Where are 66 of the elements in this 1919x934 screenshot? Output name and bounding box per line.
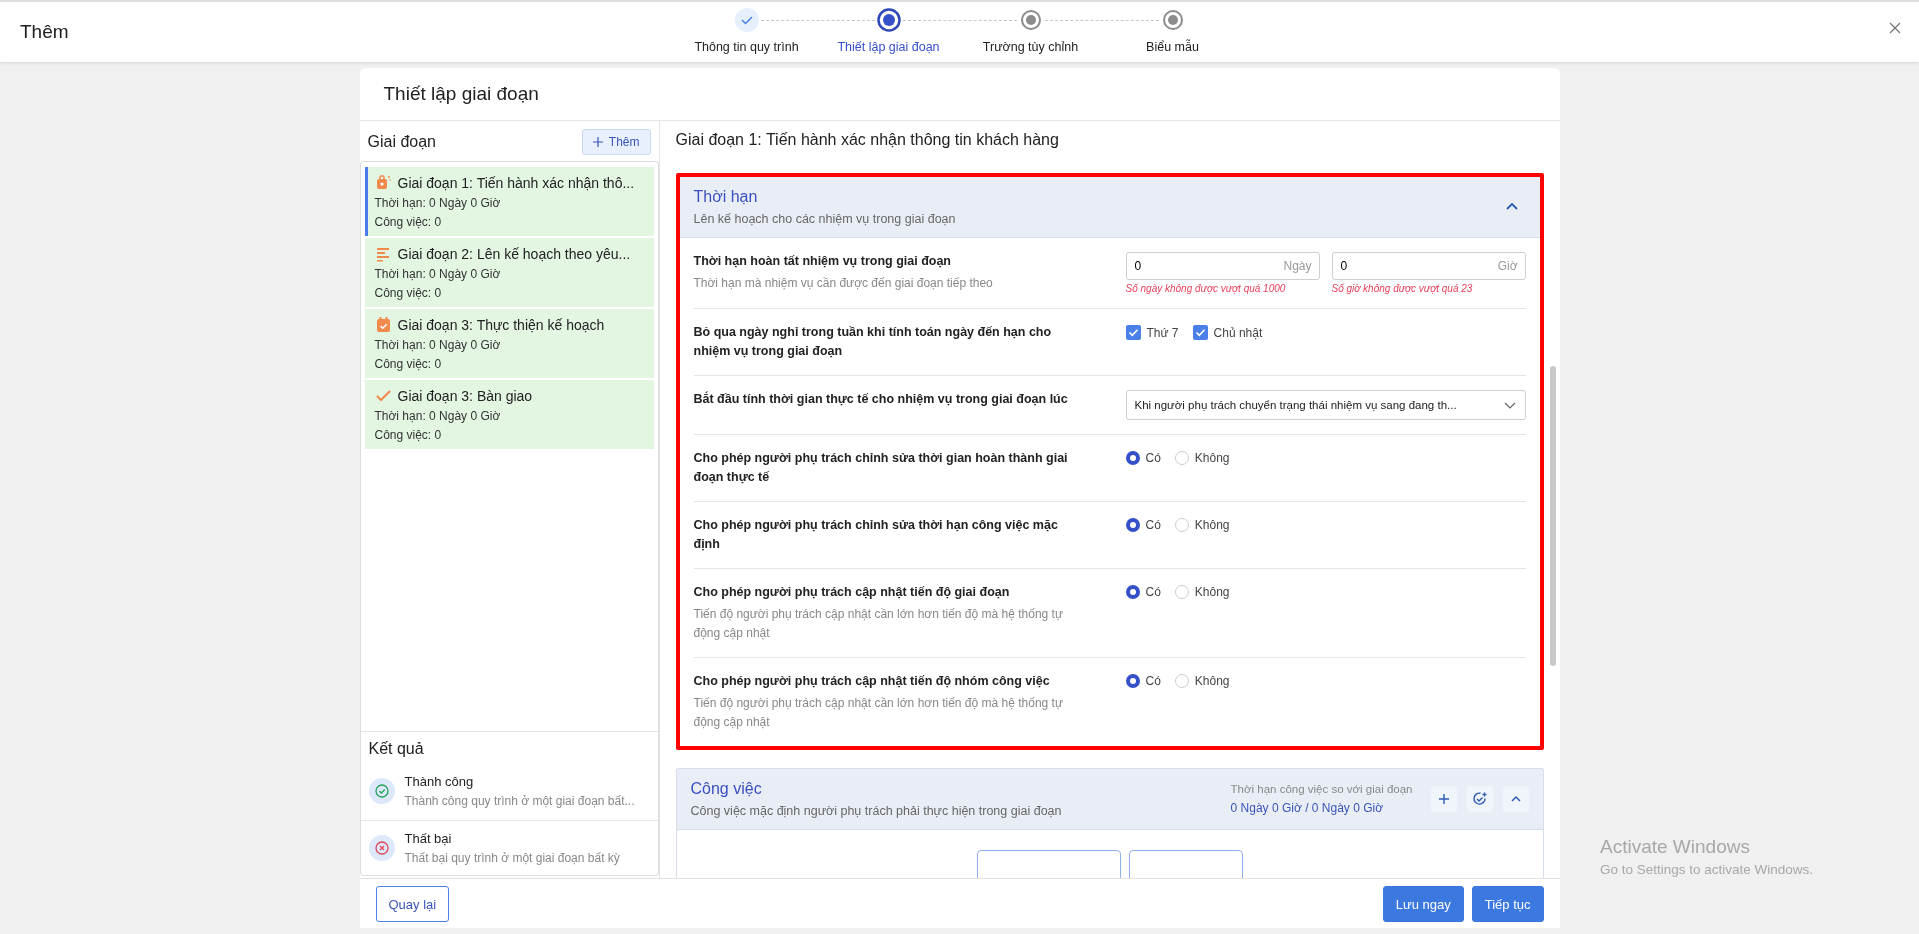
activation-notice-title: Activate Windows: [1600, 836, 1751, 858]
setting-label: Cho phép người phụ trách chỉnh sửa thời gian hoàn thành giai đoạn thực tế: [693, 450, 1069, 486]
save-button[interactable]: Lưu ngay: [1382, 886, 1464, 922]
stage-title: Giai đoạn 1: Tiến hành xác nhận thô...: [397, 174, 635, 191]
result-description: Thành công quy trình ở một giai đoạn bất...: [404, 794, 635, 808]
setting-label: Bắt đầu tính thời gian thực tế cho nhiệm vụ trong giai đoạn lúc: [693, 390, 1069, 408]
deadline-value: 0 Ngày 0 Giờ / 0 Ngày 0 Giờ: [1230, 801, 1384, 815]
step-label[interactable]: Thiết lập giai đoạn: [837, 40, 940, 54]
stage-item[interactable]: Giai đoạn 2: Lên kế hoạch theo yêu... Thời hạn: 0 Ngày 0 Giờ Công việc: 0: [364, 238, 654, 307]
section-title: Thời hạn: [693, 188, 759, 206]
step-label[interactable]: Trường tùy chỉnh: [982, 40, 1079, 54]
setting-hint: Tiến độ người phụ trách cập nhật cần lớn hơn tiến độ mà hệ thống tự động cập nhật: [693, 606, 1064, 642]
radio-label[interactable]: Có: [1145, 518, 1161, 532]
setting-label: Cho phép người phụ trách cập nhật tiến độ giai đoạn: [693, 584, 1011, 601]
panel-title: Giai đoạn: [367, 133, 436, 151]
setting-label: Cho phép người phụ trách cập nhật tiến độ nhóm công việc: [693, 673, 1051, 690]
stage-duration: Thời hạn: 0 Ngày 0 Giờ: [374, 338, 502, 352]
result-title: Thất bại: [404, 831, 453, 846]
stage-task-count: Công việc: 0: [374, 215, 443, 229]
stage-task-count: Công việc: 0: [374, 357, 443, 371]
section-subtitle: Công việc mặc định người phụ trách phải thực hiện trong giai đoạn: [690, 804, 1063, 818]
step-label[interactable]: Thông tin quy trình: [694, 40, 799, 54]
setting-hint: Thời hạn mà nhiệm vụ cần được đến giai đoạn tiếp theo: [693, 275, 994, 292]
checkbox-label[interactable]: Thứ 7: [1146, 325, 1179, 340]
radio-label[interactable]: Có: [1145, 585, 1161, 599]
step-label[interactable]: Biểu mẫu: [1146, 40, 1199, 54]
stage-task-count: Công việc: 0: [374, 428, 443, 442]
activation-notice-text: Go to Settings to activate Windows.: [1600, 862, 1814, 877]
radio-label[interactable]: Có: [1145, 451, 1161, 465]
radio-label[interactable]: Có: [1145, 674, 1161, 688]
stage-item[interactable]: Giai đoạn 3: Thực thiện kế hoạch Thời hạn: 0 Ngày 0 Giờ Công việc: 0: [364, 309, 654, 378]
stage-title: Giai đoạn 2: Lên kế hoạch theo yêu...: [397, 245, 631, 262]
stage-duration: Thời hạn: 0 Ngày 0 Giờ: [374, 267, 502, 281]
stage-duration: Thời hạn: 0 Ngày 0 Giờ: [374, 409, 502, 423]
results-title: Kết quả: [368, 740, 425, 758]
radio-label[interactable]: Không: [1194, 674, 1230, 688]
radio-label[interactable]: Không: [1194, 518, 1230, 532]
section-subtitle: Lên kế hoạch cho các nhiệm vụ trong giai đoạn: [693, 212, 957, 226]
setting-label: Thời hạn hoàn tất nhiệm vụ trong giai đoạn: [693, 253, 952, 270]
radio-label[interactable]: Không: [1194, 451, 1230, 465]
unit-label: Giờ: [1497, 259, 1518, 273]
page-title: Thiết lập giai đoạn: [383, 83, 539, 105]
add-stage-button[interactable]: Thêm: [581, 129, 651, 155]
deadline-label: Thời hạn công việc so với giai đoạn: [1230, 783, 1413, 795]
radio-label[interactable]: Không: [1194, 585, 1230, 599]
back-button[interactable]: Quay lại: [375, 886, 450, 922]
validation-error: Số giờ không được vượt quá 23: [1331, 283, 1474, 294]
stage-title: Giai đoạn 3: Thực thiện kế hoạch: [397, 316, 605, 333]
stage-item[interactable]: Giai đoạn 1: Tiến hành xác nhận thô... Thời hạn: 0 Ngày 0 Giờ Công việc: 0: [364, 167, 654, 236]
result-description: Thất bại quy trình ở một giai đoạn bất kỳ: [404, 851, 620, 865]
dropdown-select[interactable]: Khi người phụ trách chuyển trạng thái nhiệm vụ sang đang th...: [1125, 390, 1526, 420]
result-title: Thành công: [404, 774, 475, 789]
stage-task-count: Công việc: 0: [374, 286, 443, 300]
stage-item[interactable]: Giai đoạn 3: Bàn giao Thời hạn: 0 Ngày 0 Giờ Công việc: 0: [364, 380, 654, 449]
stage-heading: Giai đoạn 1: Tiến hành xác nhận thông tin khách hàng: [675, 131, 1060, 149]
validation-error: Số ngày không được vượt quá 1000: [1125, 283, 1287, 294]
setting-hint: Tiến độ người phụ trách cập nhật cần lớn hơn tiến độ mà hệ thống tự động cập nhật: [693, 695, 1064, 731]
unit-label: Ngày: [1283, 259, 1312, 273]
stage-duration: Thời hạn: 0 Ngày 0 Giờ: [374, 196, 502, 210]
dialog-title: Thêm: [20, 21, 69, 43]
next-button[interactable]: Tiếp tục: [1471, 886, 1544, 922]
setting-label: Cho phép người phụ trách chỉnh sửa thời hạn công việc mặc định: [693, 517, 1059, 553]
stage-title: Giai đoạn 3: Bàn giao: [397, 387, 533, 404]
section-title: Công việc: [690, 780, 763, 798]
setting-label: Bỏ qua ngày nghỉ trong tuần khi tính toán ngày đến hạn cho nhiệm vụ trong giai đoạn: [693, 324, 1053, 360]
checkbox-label[interactable]: Chủ nhật: [1213, 325, 1263, 340]
